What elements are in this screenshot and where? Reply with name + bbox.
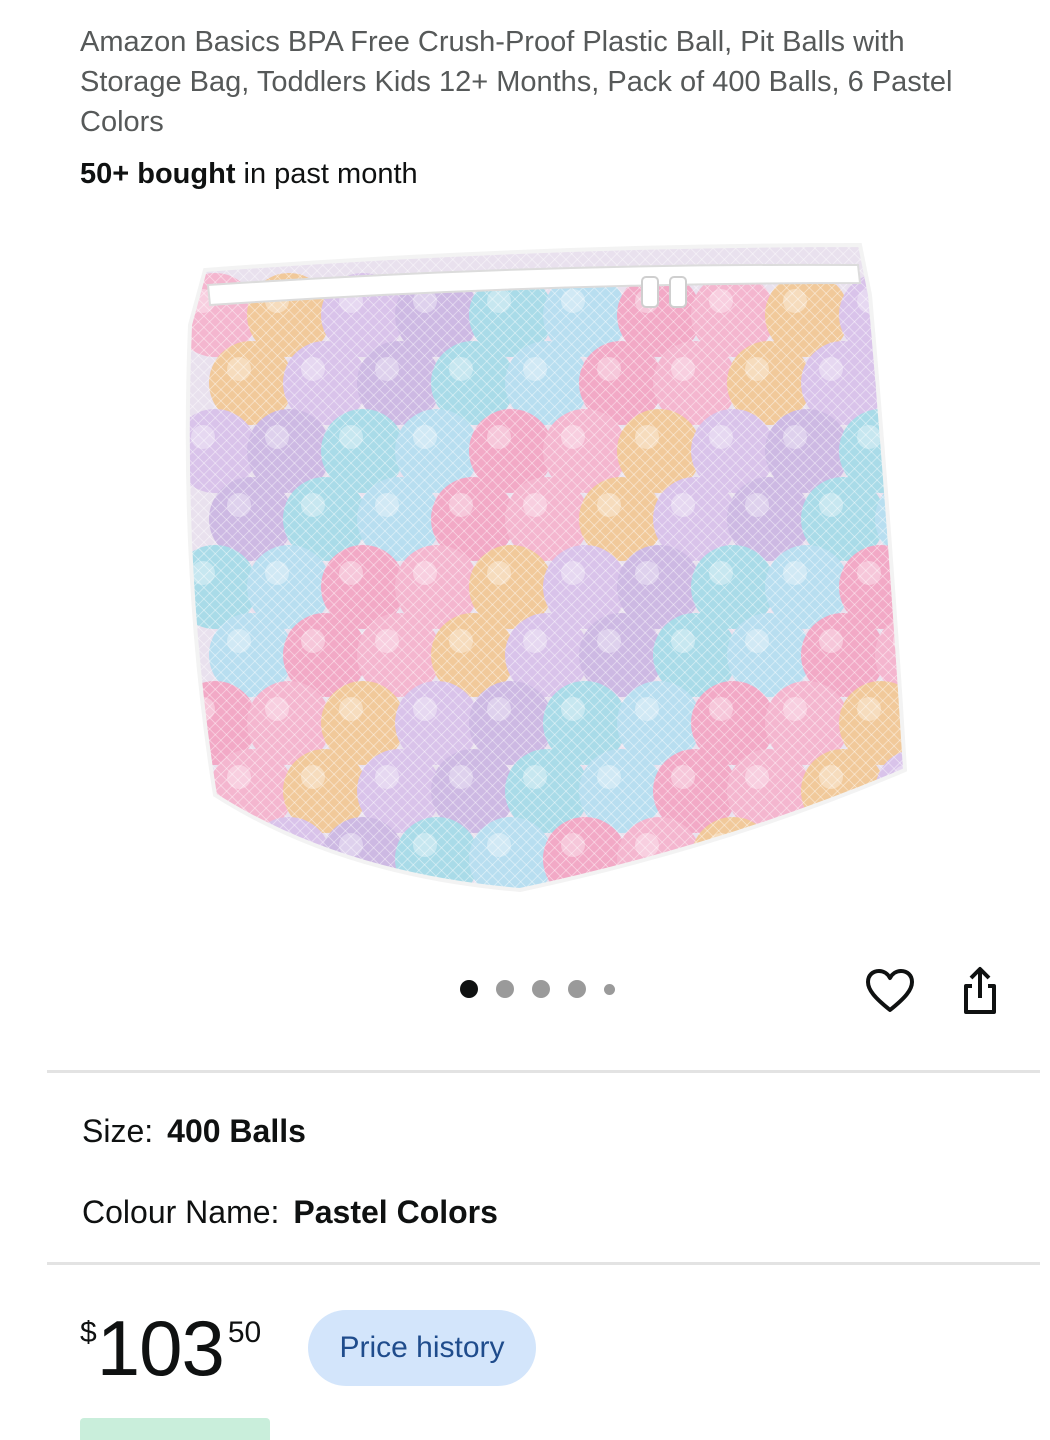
size-label: Size: [82,1113,154,1149]
deal-badge [80,1418,270,1440]
price-currency: $ [80,1316,97,1349]
price-fraction: 50 [227,1316,262,1349]
product-title: Amazon Basics BPA Free Crush-Proof Plast… [80,26,953,138]
carousel-dot-3[interactable] [532,980,550,998]
ball-bag-image [185,242,908,893]
share-button[interactable] [952,963,1008,1019]
colour-value: Pastel Colors [293,1194,498,1230]
size-row[interactable]: Size: 400 Balls [82,1113,306,1150]
carousel-dots[interactable] [460,980,615,998]
bought-count: 50+ bought in past month [80,158,418,191]
size-value: 400 Balls [167,1113,306,1149]
ball-highlight [893,357,906,381]
favorite-button[interactable] [862,963,918,1019]
ball-shape [839,817,906,890]
section-divider [47,1070,1040,1073]
bought-count-rest: in past month [235,158,418,190]
price-history-button[interactable]: Price history [308,1310,536,1386]
ball-highlight [191,833,215,857]
bought-count-bold: 50+ bought [80,158,236,190]
carousel-dot-4[interactable] [568,980,586,998]
price-whole: 103 [96,1304,225,1392]
carousel-dot-2[interactable] [496,980,514,998]
colour-label: Colour Name: [82,1194,280,1230]
ball-highlight [783,833,807,857]
section-divider [47,1262,1040,1265]
ball-highlight [857,833,881,857]
product-image[interactable] [170,225,920,915]
ball-highlight [893,493,906,517]
carousel-dot-5[interactable] [604,983,615,995]
share-icon [964,967,996,1014]
ball-highlight [265,833,289,857]
price: $ 103 50 [80,1308,261,1388]
ball-shape [187,817,257,890]
ball-shape [765,817,849,890]
heart-icon [866,969,914,1012]
carousel-dot-1[interactable] [460,980,478,998]
colour-row[interactable]: Colour Name: Pastel Colors [82,1194,498,1231]
